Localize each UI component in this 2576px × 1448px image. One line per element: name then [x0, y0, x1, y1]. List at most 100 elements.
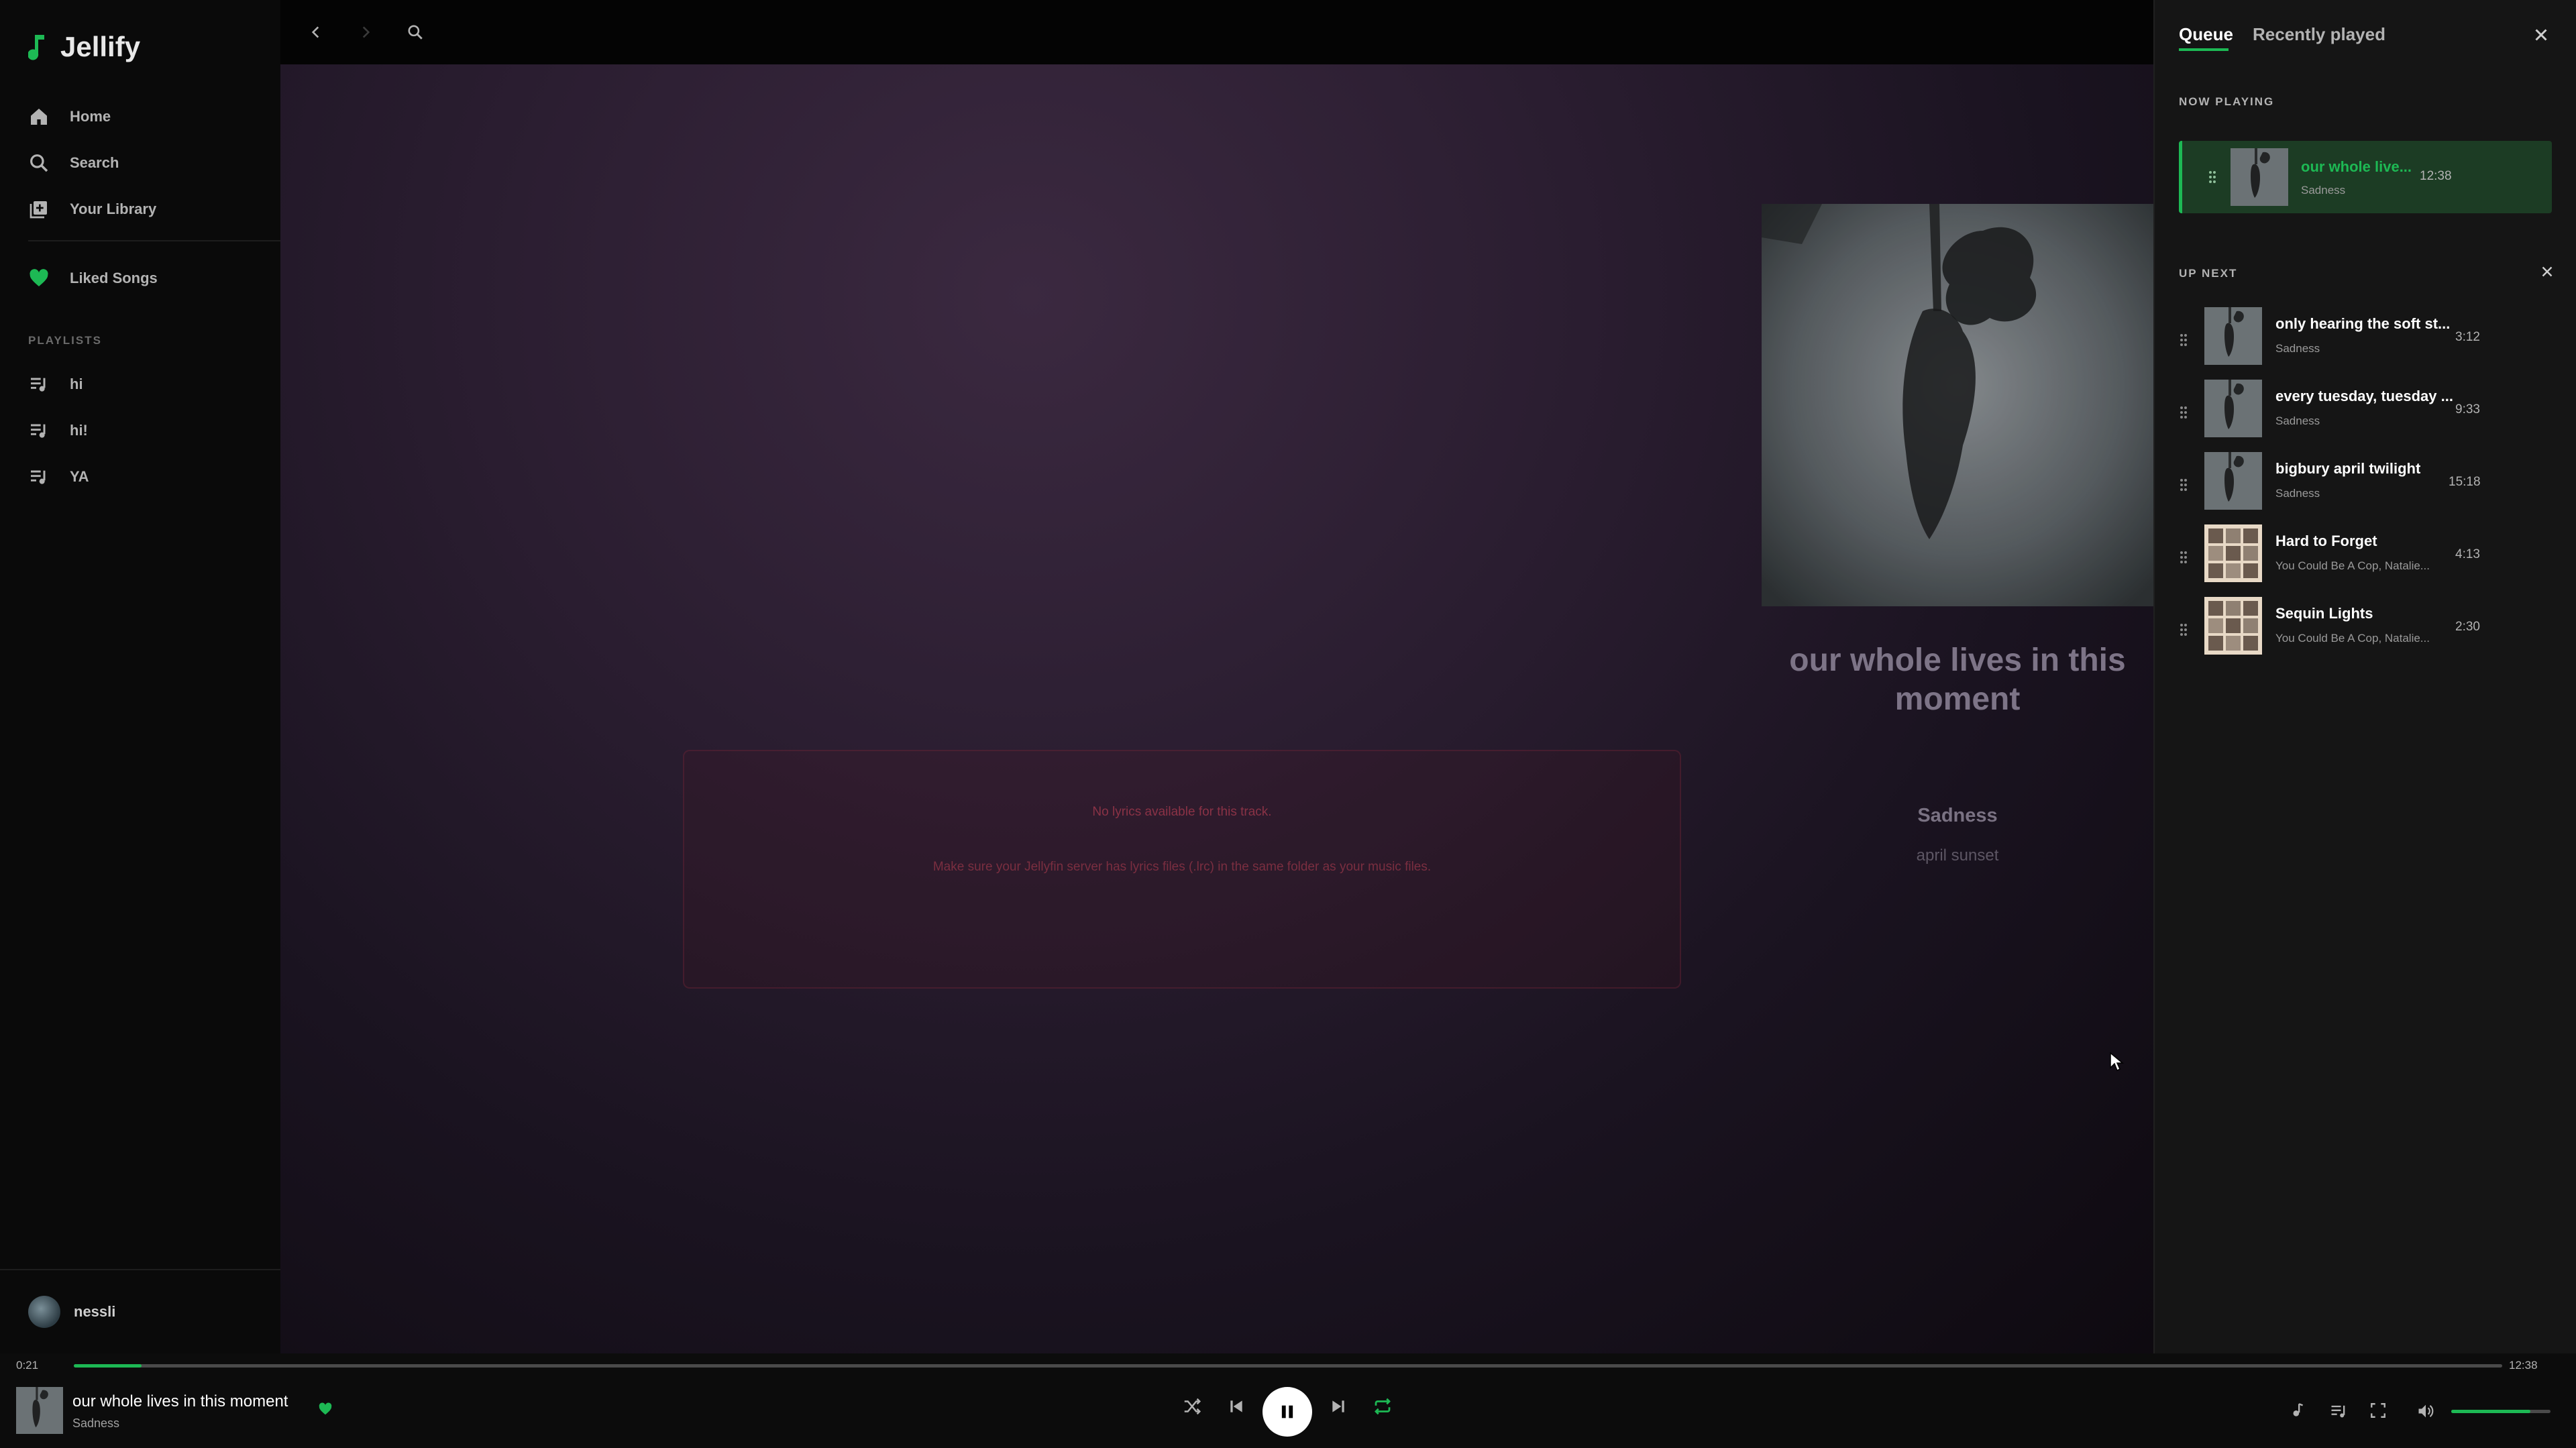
- queue-item-duration: 3:12: [2455, 330, 2480, 344]
- next-track-icon[interactable]: [1330, 1398, 1347, 1415]
- forward-arrow-icon[interactable]: [357, 23, 374, 41]
- queue-item-duration: 9:33: [2455, 402, 2480, 416]
- queue-item[interactable]: every tuesday, tuesday ... Sadness 9:33: [2179, 380, 2552, 447]
- queue-item-title: every tuesday, tuesday ...: [2275, 388, 2453, 404]
- sidebar-divider: [28, 240, 280, 241]
- shuffle-icon[interactable]: [1182, 1396, 1202, 1416]
- drag-handle-icon[interactable]: [2179, 478, 2188, 492]
- playlist-label: hi: [70, 376, 83, 392]
- avatar: [28, 1296, 60, 1328]
- playlist-item[interactable]: hi: [28, 371, 83, 398]
- volume-icon[interactable]: [2416, 1402, 2435, 1421]
- clear-queue-icon[interactable]: [2538, 263, 2556, 280]
- no-lyrics-message: No lyrics available for this track.: [1092, 805, 1272, 819]
- queue-thumbnail: [2204, 380, 2262, 437]
- drag-handle-icon[interactable]: [2179, 550, 2188, 565]
- queue-item-title: our whole live...: [2301, 158, 2412, 175]
- nav-library-label: Your Library: [70, 201, 157, 217]
- track-artist[interactable]: Sadness: [1768, 805, 2147, 827]
- queue-thumbnail: [2204, 597, 2262, 655]
- progress-bar[interactable]: [74, 1364, 2502, 1368]
- queue-item-duration: 4:13: [2455, 547, 2480, 561]
- queue-thumbnail: [2204, 524, 2262, 582]
- user-name: nessli: [74, 1303, 116, 1320]
- tab-recently-played[interactable]: Recently played: [2253, 24, 2385, 45]
- nav-home[interactable]: Home: [28, 103, 111, 130]
- track-title: our whole lives in this moment: [1789, 643, 2126, 717]
- total-time: 12:38: [2509, 1359, 2538, 1372]
- queue-item-title: Sequin Lights: [2275, 605, 2373, 622]
- queue-item-title: bigbury april twilight: [2275, 460, 2421, 477]
- player-track-artist[interactable]: Sadness: [72, 1416, 119, 1431]
- mouse-cursor-icon: [2110, 1052, 2124, 1072]
- repeat-icon[interactable]: [1373, 1396, 1393, 1416]
- playlist-icon: [31, 470, 46, 484]
- queue-panel: Queue Recently played NOW PLAYING our wh…: [2153, 0, 2576, 1353]
- tab-queue[interactable]: Queue: [2179, 24, 2233, 45]
- queue-item[interactable]: only hearing the soft st... Sadness 3:12: [2179, 307, 2552, 374]
- queue-item[interactable]: Sequin Lights You Could Be A Cop, Natalie…: [2179, 597, 2552, 664]
- back-arrow-icon[interactable]: [307, 23, 325, 41]
- sidebar: Jellify Home Search Your Library Liked S…: [0, 0, 280, 1353]
- playlists-heading: PLAYLISTS: [28, 334, 102, 347]
- queue-item-artist: Sadness: [2301, 184, 2346, 197]
- queue-item-title: only hearing the soft st...: [2275, 315, 2451, 332]
- track-album[interactable]: april sunset: [1768, 846, 2147, 865]
- queue-item-duration: 2:30: [2455, 620, 2480, 634]
- queue-item[interactable]: Hard to Forget You Could Be A Cop, Natali…: [2179, 524, 2552, 592]
- pause-icon: [1281, 1405, 1293, 1418]
- nav-search-label: Search: [70, 154, 119, 171]
- playlist-item[interactable]: YA: [28, 463, 89, 490]
- queue-item-duration: 15:18: [2449, 475, 2481, 489]
- drag-handle-icon[interactable]: [2179, 622, 2188, 637]
- music-note-icon: [28, 35, 44, 60]
- player-track-title[interactable]: our whole lives in this moment: [72, 1392, 288, 1411]
- drag-handle-icon[interactable]: [2208, 170, 2217, 184]
- queue-item-artist: You Could Be A Cop, Natalie...: [2275, 559, 2430, 572]
- heart-icon: [30, 269, 48, 286]
- now-playing-item[interactable]: our whole live... Sadness 12:38: [2179, 141, 2552, 213]
- player-album-thumbnail[interactable]: [16, 1387, 63, 1434]
- volume-slider[interactable]: [2451, 1410, 2551, 1413]
- app-logo[interactable]: Jellify: [28, 31, 140, 63]
- elapsed-time: 0:21: [16, 1359, 39, 1372]
- previous-track-icon[interactable]: [1228, 1398, 1245, 1415]
- lyrics-hint: Make sure your Jellyfin server has lyric…: [932, 860, 1432, 874]
- search-icon[interactable]: [407, 23, 424, 41]
- queue-icon[interactable]: [2329, 1402, 2348, 1421]
- drag-handle-icon[interactable]: [2179, 333, 2188, 347]
- lyrics-panel: No lyrics available for this track. Make…: [683, 750, 1681, 989]
- top-bar: [280, 0, 2153, 64]
- drag-handle-icon[interactable]: [2179, 405, 2188, 420]
- lyrics-icon[interactable]: [2289, 1402, 2306, 1419]
- queue-item-duration: 12:38: [2420, 169, 2452, 183]
- user-profile[interactable]: nessli: [0, 1269, 280, 1353]
- now-playing-view: No lyrics available for this track. Make…: [280, 64, 2153, 1353]
- queue-item-artist: Sadness: [2275, 487, 2320, 500]
- pause-button[interactable]: [1263, 1387, 1312, 1437]
- active-tab-indicator: [2179, 48, 2229, 51]
- search-icon: [30, 154, 48, 172]
- library-icon: [30, 201, 47, 219]
- home-icon: [31, 109, 47, 125]
- queue-item-artist: Sadness: [2275, 342, 2320, 355]
- volume-fill: [2451, 1410, 2531, 1413]
- playlist-icon: [31, 424, 46, 438]
- nav-library[interactable]: Your Library: [28, 196, 156, 223]
- fullscreen-icon[interactable]: [2369, 1402, 2387, 1419]
- up-next-heading: UP NEXT: [2179, 267, 2238, 280]
- progress-fill: [74, 1364, 142, 1368]
- album-art: [1762, 204, 2153, 606]
- playlist-label: YA: [70, 468, 89, 485]
- app-name: Jellify: [60, 31, 141, 62]
- close-icon[interactable]: [2529, 23, 2553, 47]
- queue-item[interactable]: bigbury april twilight Sadness 15:18: [2179, 452, 2552, 519]
- nav-liked-label: Liked Songs: [70, 270, 158, 286]
- nav-search[interactable]: Search: [28, 150, 119, 176]
- playlist-item[interactable]: hi!: [28, 417, 88, 444]
- heart-icon[interactable]: [318, 1402, 333, 1416]
- queue-thumbnail: [2204, 307, 2262, 365]
- playlist-icon: [31, 378, 46, 392]
- nav-liked-songs[interactable]: Liked Songs: [28, 265, 158, 292]
- playlist-label: hi!: [70, 422, 88, 439]
